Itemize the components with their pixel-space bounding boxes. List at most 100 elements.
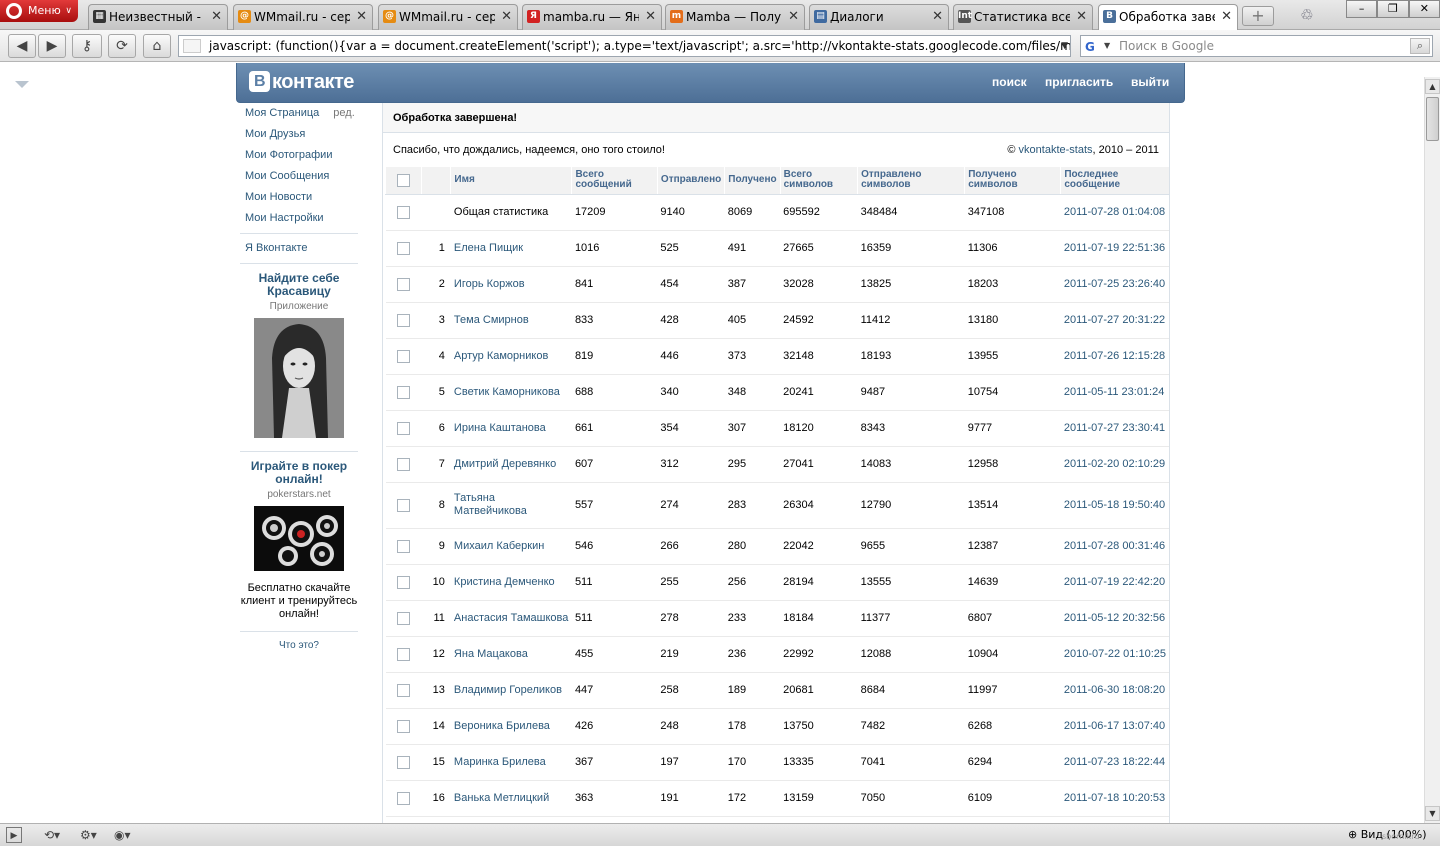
row-last-message[interactable]: 2011-07-28 01:04:08 — [1060, 194, 1169, 231]
row-checkbox[interactable] — [396, 205, 410, 219]
column-header-name[interactable]: Имя — [450, 167, 572, 195]
row-name-link[interactable]: Тема Смирнов — [450, 302, 572, 339]
row-last-message[interactable]: 2011-02-20 02:10:29 — [1060, 446, 1169, 483]
row-checkbox[interactable] — [396, 241, 410, 255]
row-checkbox[interactable] — [396, 575, 410, 589]
row-last-message[interactable]: 2011-05-12 20:32:56 — [1060, 600, 1169, 637]
edit-link[interactable]: ред. — [333, 107, 354, 119]
tab-close-icon[interactable]: ✕ — [788, 5, 799, 29]
key-icon[interactable]: ⚷ — [72, 34, 102, 58]
unite-icon[interactable]: ⚙▾ — [80, 827, 97, 843]
row-name-link[interactable]: Анастасия Тамашкова — [450, 600, 572, 637]
row-last-message[interactable]: 2011-07-19 22:42:20 — [1060, 564, 1169, 601]
row-name-link[interactable]: Вероника Брилева — [450, 708, 572, 745]
sync-icon[interactable]: ⟲▾ — [44, 827, 60, 843]
home-button[interactable]: ⌂ — [143, 34, 171, 58]
row-last-message[interactable]: 2011-07-25 23:26:40 — [1060, 266, 1169, 303]
row-checkbox[interactable] — [396, 277, 410, 291]
trash-icon[interactable]: ♲ — [1298, 6, 1316, 26]
left-nav-item[interactable]: Мои Сообщения — [240, 166, 358, 187]
url-dropdown-icon[interactable]: ▼ — [1061, 36, 1068, 56]
row-name-link[interactable]: Михаил Каберкин — [450, 528, 572, 565]
row-checkbox[interactable] — [396, 647, 410, 661]
browser-tab[interactable]: ▤ Диалоги ✕ — [809, 4, 949, 30]
browser-tab[interactable]: IntСтатистика все... ✕ — [953, 4, 1093, 30]
header-link-invite[interactable]: пригласить — [1045, 75, 1113, 89]
row-checkbox[interactable] — [396, 421, 410, 435]
row-last-message[interactable]: 2010-07-22 01:10:25 — [1060, 636, 1169, 673]
row-checkbox[interactable] — [396, 539, 410, 553]
opera-menu-button[interactable]: Меню ∨ — [0, 0, 78, 22]
search-input[interactable]: G ▼ Поиск в Google ⌕ — [1080, 35, 1433, 57]
left-nav-ya-vkontakte[interactable]: Я Вконтакте — [240, 238, 358, 259]
row-last-message[interactable]: 2011-07-26 12:15:28 — [1060, 338, 1169, 375]
row-last-message[interactable]: 2011-05-18 19:50:40 — [1060, 482, 1169, 529]
left-nav-item[interactable]: Мои Новости — [240, 187, 358, 208]
tab-close-icon[interactable]: ✕ — [932, 5, 943, 29]
row-last-message[interactable]: 2011-06-17 13:07:40 — [1060, 708, 1169, 745]
search-go-button[interactable]: ⌕ — [1410, 38, 1430, 54]
ad-app-image[interactable] — [254, 318, 344, 441]
row-checkbox[interactable] — [396, 457, 410, 471]
search-engine-dropdown-icon[interactable]: ▼ — [1104, 36, 1110, 56]
minimize-button[interactable]: – — [1346, 0, 1378, 18]
row-name-link[interactable]: Ирина Каштанова — [450, 410, 572, 447]
column-header-last[interactable]: Последнее сообщение — [1060, 167, 1169, 195]
scroll-down-icon[interactable]: ▼ — [1425, 806, 1440, 821]
column-header-sent-chars[interactable]: Отправлено символов — [857, 167, 965, 195]
header-link-search[interactable]: поиск — [992, 75, 1027, 89]
row-checkbox[interactable] — [396, 349, 410, 363]
close-window-button[interactable]: ✕ — [1408, 0, 1440, 18]
row-last-message[interactable]: 2011-07-19 22:51:36 — [1060, 230, 1169, 267]
row-checkbox[interactable] — [396, 498, 410, 512]
column-header-received[interactable]: Получено — [724, 167, 781, 195]
tab-close-icon[interactable]: ✕ — [1221, 5, 1232, 29]
select-all-checkbox[interactable] — [396, 173, 410, 187]
new-tab-button[interactable]: + — [1242, 6, 1274, 26]
column-header-total[interactable]: Всего сообщений — [571, 167, 658, 195]
browser-tab[interactable]: Яmamba.ru — Ян... ✕ — [522, 4, 662, 30]
ad-poker-image[interactable] — [254, 506, 344, 574]
tab-close-icon[interactable]: ✕ — [645, 5, 656, 29]
vertical-scrollbar[interactable]: ▲ ▼ — [1424, 77, 1440, 823]
column-header-sent[interactable]: Отправлено — [656, 167, 725, 195]
turbo-icon[interactable]: ◉▾ — [114, 827, 131, 843]
row-name-link[interactable]: Маринка Брилева — [450, 744, 572, 781]
tab-close-icon[interactable]: ✕ — [1076, 5, 1087, 29]
left-nav-item[interactable]: Моя Страница ред. — [240, 103, 358, 124]
row-name-link[interactable]: Яна Мацакова — [450, 636, 572, 673]
left-nav-item[interactable]: Мои Настройки — [240, 208, 358, 229]
side-panel-arrow-icon[interactable] — [15, 81, 29, 88]
row-checkbox[interactable] — [396, 313, 410, 327]
ad-what-is-this-link[interactable]: Что это? — [240, 640, 358, 651]
row-checkbox[interactable] — [396, 719, 410, 733]
row-name-link[interactable]: Игорь Коржов — [450, 266, 572, 303]
row-last-message[interactable]: 2011-05-11 23:01:24 — [1060, 374, 1169, 411]
browser-tab[interactable]: mMamba — Получ... ✕ — [665, 4, 805, 30]
tab-close-icon[interactable]: ✕ — [356, 5, 367, 29]
reload-button[interactable]: ⟳ — [108, 34, 136, 58]
row-checkbox[interactable] — [396, 385, 410, 399]
row-last-message[interactable]: 2011-07-18 10:20:53 — [1060, 780, 1169, 817]
vk-logo[interactable]: Вконтакте — [249, 71, 354, 94]
browser-tab[interactable]: @WMmail.ru - серв... ✕ — [378, 4, 518, 30]
row-last-message[interactable]: 2011-06-30 18:08:20 — [1060, 672, 1169, 709]
forward-button[interactable]: ▶ — [38, 34, 66, 58]
row-checkbox[interactable] — [396, 791, 410, 805]
ad-app-title[interactable]: Найдите себе Красавицу — [240, 272, 358, 298]
row-checkbox[interactable] — [396, 683, 410, 697]
left-nav-item[interactable]: Мои Друзья — [240, 124, 358, 145]
back-button[interactable]: ◀ — [8, 34, 36, 58]
browser-tab[interactable]: @WMmail.ru - серв... ✕ — [233, 4, 373, 30]
row-last-message[interactable]: 2011-07-28 00:31:46 — [1060, 528, 1169, 565]
row-last-message[interactable]: 2011-07-27 20:31:22 — [1060, 302, 1169, 339]
row-last-message[interactable]: 2011-07-27 23:30:41 — [1060, 410, 1169, 447]
row-name-link[interactable]: Артур Каморников — [450, 338, 572, 375]
row-name-link[interactable]: Владимир Гореликов — [450, 672, 572, 709]
browser-tab[interactable]: BОбработка завe... ✕ — [1098, 4, 1238, 31]
column-header-chars[interactable]: Всего символов — [779, 167, 858, 195]
ad-poker-title[interactable]: Играйте в покер онлайн! — [240, 460, 358, 486]
scroll-up-icon[interactable]: ▲ — [1425, 79, 1440, 94]
row-name-link[interactable]: Кристина Демченко — [450, 564, 572, 601]
panel-toggle-icon[interactable]: ▶ — [6, 827, 22, 843]
